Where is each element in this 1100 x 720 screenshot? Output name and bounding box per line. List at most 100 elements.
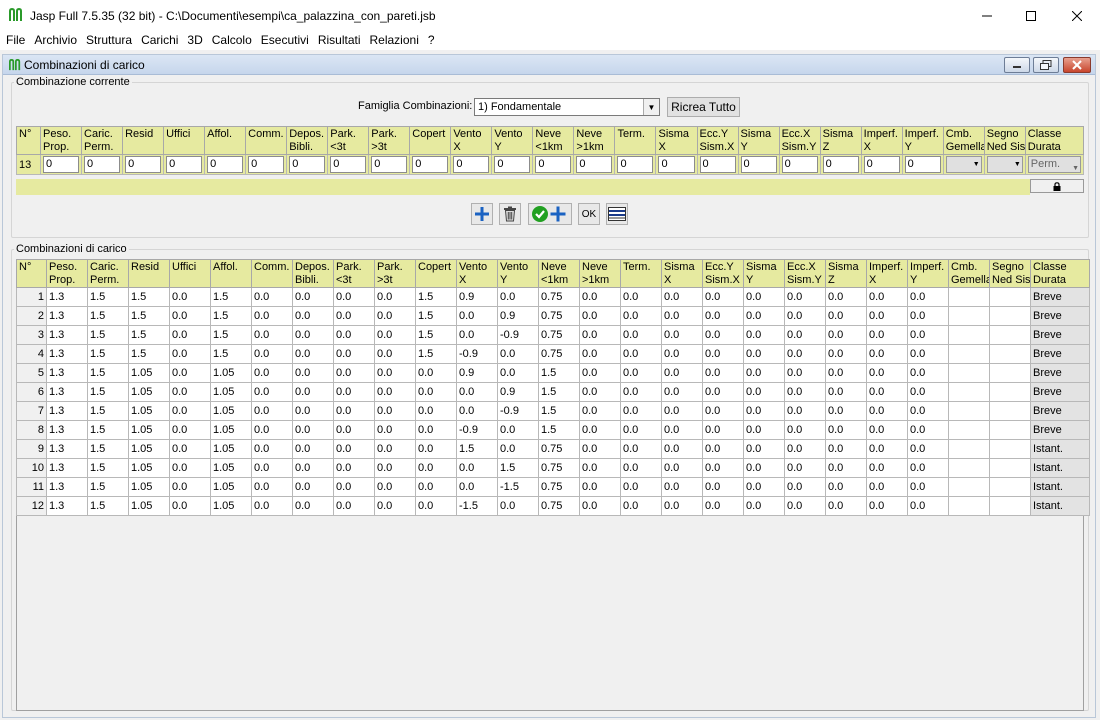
table-cell[interactable]: 0.0 <box>620 496 662 516</box>
table-cell[interactable]: 1.5 <box>87 344 129 364</box>
column-header[interactable]: Park. >3t <box>368 126 411 155</box>
table-cell[interactable]: 0.0 <box>702 287 744 307</box>
table-cell[interactable]: 0.0 <box>825 306 867 326</box>
row-number[interactable]: 10 <box>16 458 47 478</box>
coefficient-input[interactable]: 0 <box>535 156 572 173</box>
column-header[interactable]: Classe Durata <box>1024 126 1085 155</box>
table-cell[interactable]: 1.05 <box>210 363 252 383</box>
table-cell[interactable]: 0.0 <box>169 420 211 440</box>
table-cell[interactable]: 0.0 <box>784 344 826 364</box>
lock-button[interactable] <box>1030 179 1084 193</box>
table-cell[interactable]: 1.5 <box>538 363 580 383</box>
table-cell[interactable]: 1.3 <box>46 344 88 364</box>
column-header[interactable]: Depos. Bibli. <box>292 259 334 288</box>
table-cell[interactable]: 0.0 <box>374 401 416 421</box>
table-cell[interactable]: 0.0 <box>661 363 703 383</box>
table-cell[interactable]: 0.0 <box>456 401 498 421</box>
cmb-gemella-select[interactable]: ▼ <box>945 156 982 173</box>
table-cell[interactable]: 0.0 <box>825 458 867 478</box>
frame-minimize-button[interactable] <box>1004 57 1030 73</box>
table-cell[interactable]: 1.3 <box>46 382 88 402</box>
table-cell[interactable]: 0.75 <box>538 287 580 307</box>
table-row[interactable]: 9 1.3 1.5 1.05 0.0 1.05 0.0 0.0 0.0 0.0 0.0 1.5 0.0 0… <box>16 439 1090 459</box>
menu-archivio[interactable]: Archivio <box>29 31 81 50</box>
column-header[interactable]: Neve <1km <box>538 259 580 288</box>
table-cell[interactable]: 1.5 <box>415 325 457 345</box>
column-header[interactable]: Ecc.Y Sism.X <box>702 259 744 288</box>
table-cell[interactable]: 1.05 <box>210 458 252 478</box>
coefficient-input[interactable]: 0 <box>658 156 695 173</box>
table-cell[interactable]: 0.0 <box>907 496 949 516</box>
table-cell[interactable]: 1.05 <box>210 420 252 440</box>
menu-struttura[interactable]: Struttura <box>81 31 136 50</box>
classe-durata-cell[interactable]: Istant. <box>1030 496 1090 516</box>
table-cell[interactable]: 1.5 <box>87 458 129 478</box>
row-number[interactable]: 12 <box>16 496 47 516</box>
table-cell[interactable] <box>989 344 1031 364</box>
table-cell[interactable]: 1.3 <box>46 496 88 516</box>
table-cell[interactable]: 1.5 <box>538 401 580 421</box>
table-row[interactable]: 2 1.3 1.5 1.5 0.0 1.5 0.0 0.0 0.0 0.0 1.5 0.0 0.9 0.7… <box>16 306 1090 326</box>
table-cell[interactable]: 0.0 <box>866 420 908 440</box>
table-cell[interactable]: 0.0 <box>415 420 457 440</box>
table-cell[interactable]: 1.3 <box>46 420 88 440</box>
table-cell[interactable] <box>989 363 1031 383</box>
minimize-button[interactable] <box>964 0 1010 31</box>
table-cell[interactable]: 1.05 <box>128 458 170 478</box>
table-cell[interactable]: -0.9 <box>497 325 539 345</box>
column-header[interactable]: Comm. <box>251 259 293 288</box>
table-cell[interactable]: 0.0 <box>743 477 785 497</box>
table-cell[interactable]: 1.5 <box>87 306 129 326</box>
table-row[interactable]: 4 1.3 1.5 1.5 0.0 1.5 0.0 0.0 0.0 0.0 1.5 -0.9 0.0 0.… <box>16 344 1090 364</box>
delete-button[interactable] <box>499 203 521 225</box>
table-cell[interactable]: 0.0 <box>374 458 416 478</box>
table-cell[interactable]: 0.0 <box>169 325 211 345</box>
table-cell[interactable]: 0.0 <box>620 458 662 478</box>
table-cell[interactable]: 0.0 <box>661 496 703 516</box>
table-cell[interactable]: 0.0 <box>579 382 621 402</box>
table-cell[interactable]: 0.0 <box>825 439 867 459</box>
table-cell[interactable]: 0.0 <box>825 363 867 383</box>
table-cell[interactable]: 0.0 <box>825 325 867 345</box>
table-cell[interactable]: -0.9 <box>497 401 539 421</box>
table-cell[interactable]: 0.0 <box>415 496 457 516</box>
table-cell[interactable]: 0.0 <box>743 401 785 421</box>
table-row[interactable]: 1 1.3 1.5 1.5 0.0 1.5 0.0 0.0 0.0 0.0 1.5 0.9 0.0 0.7… <box>16 287 1090 307</box>
table-cell[interactable]: 0.0 <box>333 401 375 421</box>
table-cell[interactable]: 0.0 <box>661 477 703 497</box>
ricrea-tutto-button[interactable]: Ricrea Tutto <box>667 97 740 117</box>
table-cell[interactable]: 0.0 <box>251 344 293 364</box>
table-cell[interactable]: 1.5 <box>538 382 580 402</box>
table-cell[interactable]: 0.0 <box>169 458 211 478</box>
table-cell[interactable] <box>948 420 990 440</box>
table-cell[interactable]: 0.0 <box>374 344 416 364</box>
table-cell[interactable]: 1.5 <box>456 439 498 459</box>
table-cell[interactable] <box>948 344 990 364</box>
table-cell[interactable]: -0.9 <box>456 420 498 440</box>
column-header[interactable]: Vento X <box>450 126 493 155</box>
column-header[interactable]: Neve >1km <box>573 126 616 155</box>
coefficient-input[interactable]: 0 <box>330 156 367 173</box>
table-cell[interactable]: 0.0 <box>702 382 744 402</box>
table-cell[interactable]: 1.05 <box>210 401 252 421</box>
table-cell[interactable] <box>989 477 1031 497</box>
table-cell[interactable]: 1.5 <box>87 496 129 516</box>
table-cell[interactable]: 0.0 <box>907 477 949 497</box>
table-row[interactable]: 7 1.3 1.5 1.05 0.0 1.05 0.0 0.0 0.0 0.0 0.0 0.0 -0.9… <box>16 401 1090 421</box>
classe-durata-cell[interactable]: Breve <box>1030 382 1090 402</box>
table-cell[interactable]: 0.0 <box>784 420 826 440</box>
classe-durata-cell[interactable]: Breve <box>1030 325 1090 345</box>
table-cell[interactable]: 0.0 <box>497 287 539 307</box>
table-cell[interactable]: 0.0 <box>579 496 621 516</box>
table-cell[interactable] <box>989 306 1031 326</box>
table-cell[interactable]: 1.5 <box>210 306 252 326</box>
maximize-button[interactable] <box>1008 0 1054 31</box>
table-cell[interactable]: 0.0 <box>866 363 908 383</box>
table-cell[interactable]: 0.0 <box>907 401 949 421</box>
table-cell[interactable]: 0.0 <box>702 420 744 440</box>
table-cell[interactable]: 0.9 <box>497 382 539 402</box>
classe-durata-cell[interactable]: Breve <box>1030 363 1090 383</box>
table-cell[interactable]: 0.0 <box>251 439 293 459</box>
column-header[interactable]: Term. <box>620 259 662 288</box>
table-cell[interactable]: 0.0 <box>907 344 949 364</box>
